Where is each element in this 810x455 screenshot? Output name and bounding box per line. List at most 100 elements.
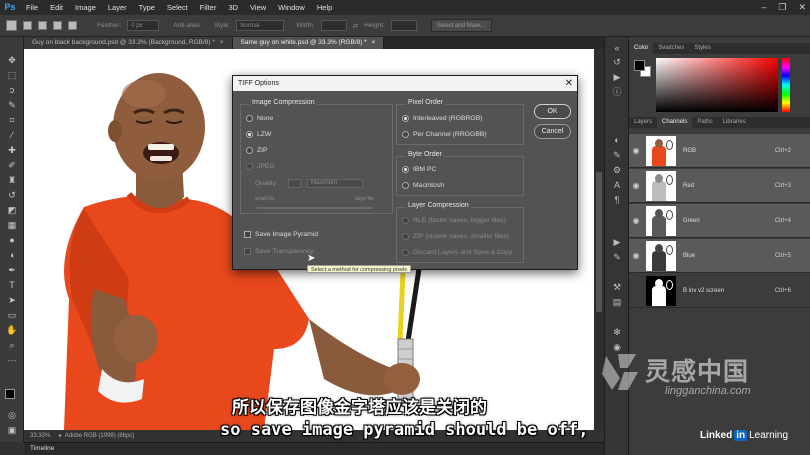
channel-row-alpha[interactable]: B inv v2 screen Ctrl+6 — [629, 274, 810, 308]
rectangle-tool-icon[interactable]: ▭ — [6, 310, 18, 321]
screen-mode-icon[interactable]: ▣ — [6, 425, 18, 436]
antialias-checkbox[interactable]: Anti-alias — [173, 22, 200, 29]
move-tool-icon[interactable]: ✥ — [6, 55, 18, 66]
width-input[interactable] — [320, 20, 347, 31]
tab-swatches[interactable]: Swatches — [653, 43, 689, 54]
eyedropper-tool-icon[interactable]: ⁄ — [6, 130, 18, 141]
pen-tool-icon[interactable]: ✒ — [6, 265, 18, 276]
blur-tool-icon[interactable]: ● — [6, 235, 18, 246]
visibility-eye-icon[interactable]: ◉ — [629, 146, 643, 155]
compression-jpeg-radio[interactable]: JPEG — [246, 161, 275, 172]
cancel-button[interactable]: Cancel — [534, 124, 571, 139]
menu-edit[interactable]: Edit — [44, 0, 69, 15]
add-selection-icon[interactable] — [38, 21, 47, 30]
quality-slider[interactable] — [257, 207, 373, 209]
tab-layers[interactable]: Layers — [629, 117, 657, 128]
zoom-level[interactable]: 33.33% — [30, 433, 50, 439]
doc-tab-close-icon[interactable]: × — [372, 39, 376, 46]
layer-zip-radio[interactable]: ZIP (slower saves, smaller files) — [402, 231, 509, 242]
collapse-icon[interactable]: « — [612, 43, 622, 53]
tab-paths[interactable]: Paths — [692, 117, 717, 128]
compression-zip-radio[interactable]: ZIP — [246, 145, 268, 156]
type-tool-icon[interactable]: T — [6, 280, 18, 291]
layer-rle-radio[interactable]: RLE (faster saves, bigger files) — [402, 215, 506, 226]
close-window-button[interactable]: ✕ — [798, 0, 806, 15]
restore-button[interactable]: ❐ — [778, 0, 786, 15]
visibility-eye-icon[interactable]: ◉ — [629, 251, 643, 260]
clone-source-icon[interactable]: ⚙ — [612, 165, 622, 175]
menu-image[interactable]: Image — [69, 0, 102, 15]
subtract-selection-icon[interactable] — [53, 21, 62, 30]
info-icon[interactable]: ⓘ — [612, 87, 622, 97]
dodge-tool-icon[interactable]: ◖ — [6, 250, 18, 261]
tool-presets-icon[interactable]: ⚒ — [612, 282, 622, 292]
channel-row-green[interactable]: ◉ Green Ctrl+4 — [629, 204, 810, 238]
tab-channels[interactable]: Channels — [657, 117, 693, 128]
tab-libraries[interactable]: Libraries — [718, 117, 751, 128]
quick-mask-icon[interactable]: ◎ — [6, 410, 18, 421]
zoom-tool-icon[interactable]: ⌕ — [6, 340, 18, 351]
channel-row-rgb[interactable]: ◉ RGB Ctrl+2 — [629, 134, 810, 168]
menu-type[interactable]: Type — [133, 0, 161, 15]
clone-stamp-tool-icon[interactable]: ♜ — [6, 175, 18, 186]
layer-comps-icon[interactable]: ▤ — [612, 297, 622, 307]
compression-lzw-radio[interactable]: LZW — [246, 129, 271, 140]
style-select[interactable]: Normal — [236, 20, 285, 31]
fg-color-chip[interactable] — [634, 60, 645, 71]
new-selection-icon[interactable] — [23, 21, 32, 30]
color-picker-field[interactable] — [656, 58, 778, 112]
doc-tab-white[interactable]: Same guy on white.psd @ 33.3% (RGB/8) * … — [232, 37, 385, 49]
channel-row-blue[interactable]: ◉ Blue Ctrl+5 — [629, 239, 810, 273]
discard-layers-radio[interactable]: Discard Layers and Save a Copy — [402, 247, 512, 258]
actions-icon[interactable]: ▶ — [612, 237, 622, 247]
more-tools-icon[interactable]: ··· — [6, 355, 18, 366]
channel-row-red[interactable]: ◉ Red Ctrl+3 — [629, 169, 810, 203]
brush-tool-icon[interactable]: ✐ — [6, 160, 18, 171]
menu-3d[interactable]: 3D — [222, 0, 244, 15]
doc-tab-close-icon[interactable]: × — [220, 39, 224, 46]
menu-view[interactable]: View — [244, 0, 272, 15]
interleaved-radio[interactable]: Interleaved (RGBRGB) — [402, 113, 483, 124]
swap-icon[interactable]: ⇄ — [353, 22, 358, 30]
paragraph-icon[interactable]: ¶ — [612, 195, 622, 205]
crop-tool-icon[interactable]: ⌗ — [6, 115, 18, 126]
feather-input[interactable]: 0 px — [127, 20, 160, 31]
menu-file[interactable]: File — [20, 0, 44, 15]
per-channel-radio[interactable]: Per Channel (RRGGBB) — [402, 129, 487, 140]
macintosh-radio[interactable]: Macintosh — [402, 180, 444, 191]
status-arrow-icon[interactable]: ◂ — [58, 433, 61, 439]
marquee-preset-icon[interactable] — [6, 20, 17, 31]
minimize-button[interactable]: – — [761, 0, 766, 15]
hue-slider[interactable] — [782, 58, 790, 112]
notes-icon[interactable]: ✎ — [612, 252, 622, 262]
ibm-pc-radio[interactable]: IBM PC — [402, 164, 436, 175]
marquee-tool-icon[interactable]: ⬚ — [6, 70, 18, 81]
settings-icon[interactable]: ✻ — [612, 327, 622, 337]
intersect-selection-icon[interactable] — [68, 21, 77, 30]
brush-preset-icon[interactable]: ✎ — [612, 150, 622, 160]
close-icon[interactable]: ✕ — [565, 76, 573, 91]
timeline-tab[interactable]: Timeline — [30, 445, 54, 452]
doc-tab-black[interactable]: Guy on black background.psd @ 33.3% (Bac… — [24, 37, 233, 49]
menu-help[interactable]: Help — [311, 0, 338, 15]
menu-window[interactable]: Window — [272, 0, 311, 15]
visibility-eye-icon[interactable]: ◉ — [629, 181, 643, 190]
compression-none-radio[interactable]: None — [246, 113, 273, 124]
gradient-tool-icon[interactable]: ▦ — [6, 220, 18, 231]
healing-tool-icon[interactable]: ✚ — [6, 145, 18, 156]
ok-button[interactable]: OK — [534, 104, 571, 119]
properties-icon[interactable]: ▶ — [612, 72, 622, 82]
height-input[interactable] — [390, 20, 417, 31]
visibility-eye-icon[interactable]: ◉ — [629, 216, 643, 225]
tab-styles[interactable]: Styles — [689, 43, 715, 54]
quality-input[interactable] — [288, 179, 302, 188]
history-icon[interactable]: ↺ — [612, 57, 622, 67]
menu-filter[interactable]: Filter — [194, 0, 223, 15]
hand-tool-icon[interactable]: ✋ — [6, 325, 18, 336]
menu-select[interactable]: Select — [161, 0, 194, 15]
scrollbar-thumb[interactable] — [596, 172, 602, 312]
adjustments-icon[interactable]: ◐ — [612, 135, 622, 145]
save-pyramid-checkbox[interactable]: Save Image Pyramid — [244, 229, 318, 240]
eraser-tool-icon[interactable]: ◩ — [6, 205, 18, 216]
path-select-tool-icon[interactable]: ➤ — [6, 295, 18, 306]
